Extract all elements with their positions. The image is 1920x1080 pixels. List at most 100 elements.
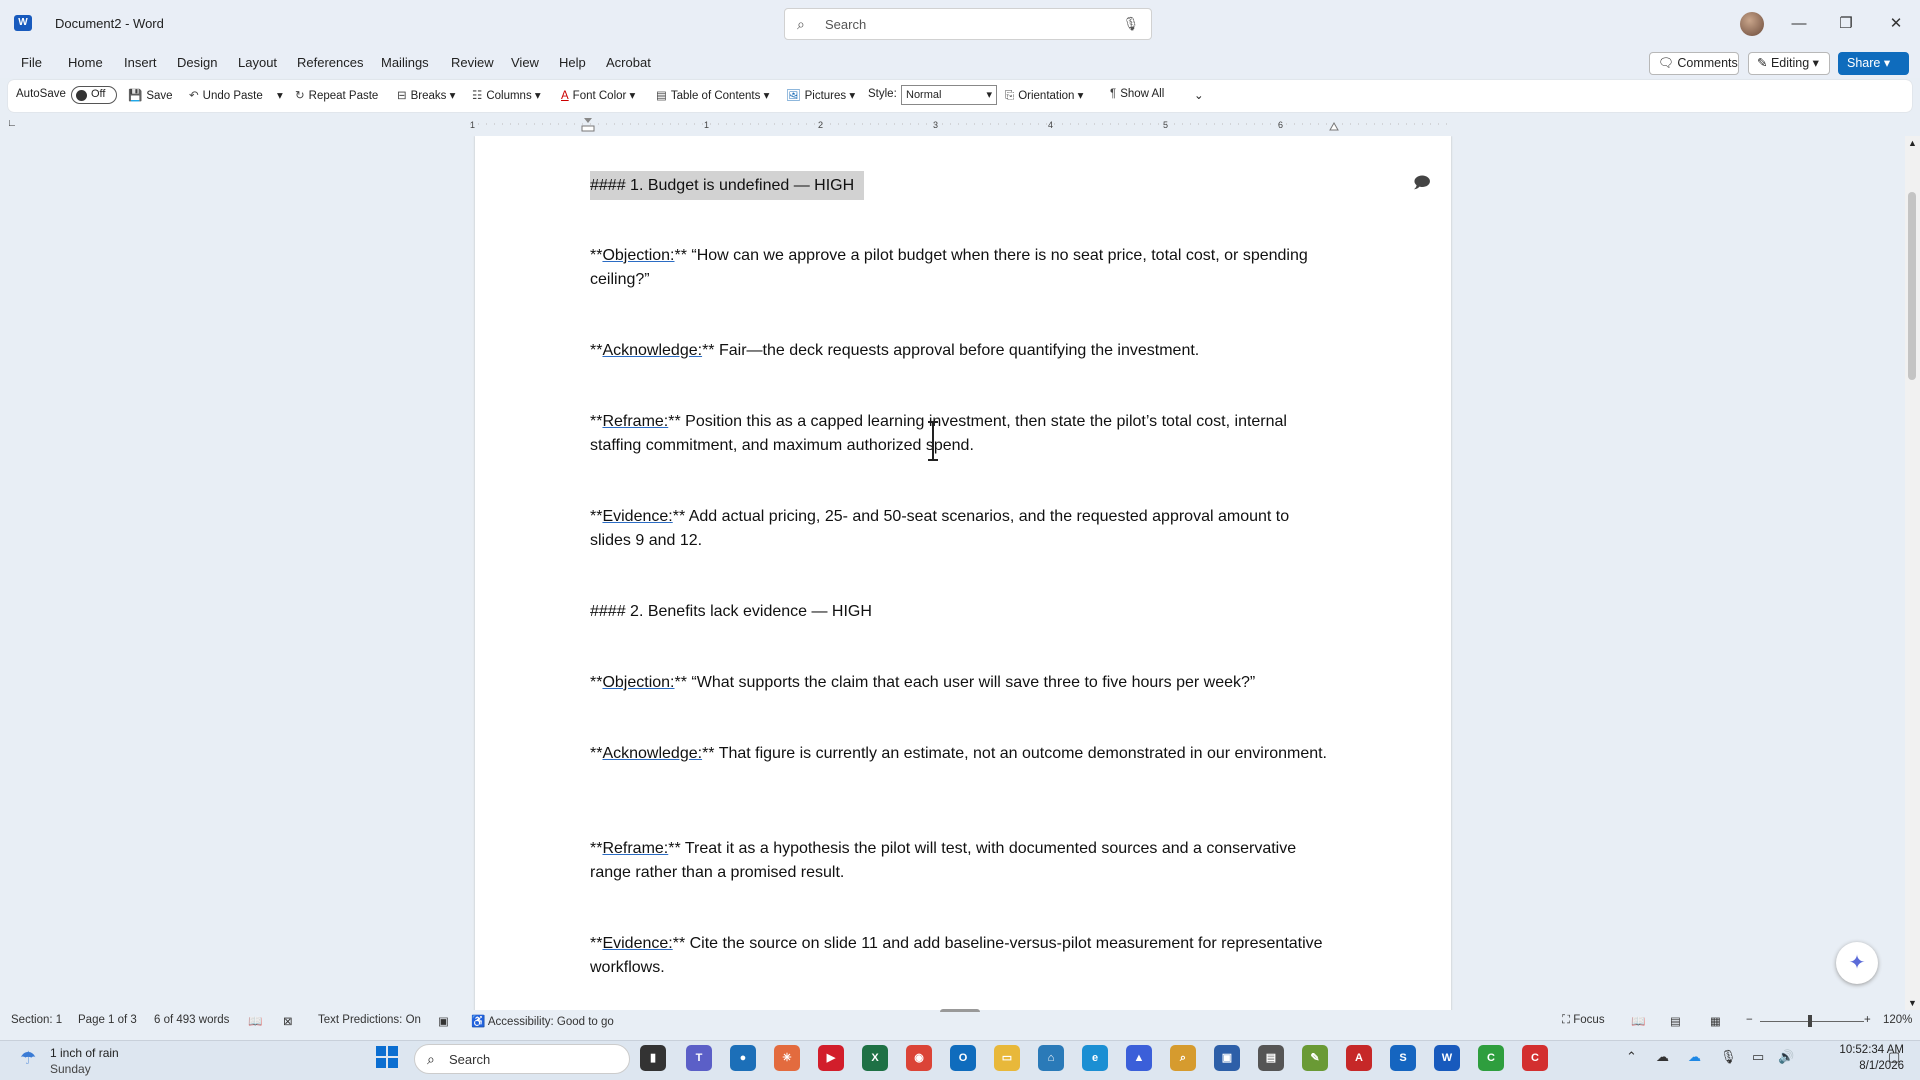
paragraph[interactable]: **Reframe:** Position this as a capped l… xyxy=(590,410,1330,458)
columns-button[interactable]: ☷ Columns ▾ xyxy=(472,88,541,102)
teams-icon[interactable]: T xyxy=(686,1045,712,1071)
ribbon-overflow-button[interactable]: ⌄ xyxy=(1194,88,1204,102)
app-icon[interactable]: S xyxy=(1390,1045,1416,1071)
text-predictions[interactable]: Text Predictions: On xyxy=(318,1014,421,1026)
network-icon[interactable]: ▭ xyxy=(1752,1049,1764,1065)
minimize-button[interactable]: — xyxy=(1787,12,1811,36)
orientation-button[interactable]: ⎘ Orientation ▾ xyxy=(1005,88,1083,103)
app-icon[interactable]: ✎ xyxy=(1302,1045,1328,1071)
zoom-slider[interactable] xyxy=(1760,1021,1864,1022)
show-all-button[interactable]: ¶ Show All xyxy=(1110,88,1164,100)
paragraph[interactable]: **Evidence:** Cite the source on slide 1… xyxy=(590,932,1330,980)
focus-button[interactable]: ⛶ Focus xyxy=(1562,1014,1605,1027)
word-count[interactable]: 6 of 493 words xyxy=(154,1014,229,1026)
app-icon[interactable]: C xyxy=(1478,1045,1504,1071)
comments-button[interactable]: 🗨 Comments xyxy=(1649,52,1739,75)
pictures-button[interactable]: 🖼 Pictures ▾ xyxy=(786,88,855,102)
heading-paragraph[interactable]: #### 2. Benefits lack evidence — HIGH xyxy=(590,600,1330,624)
onedrive-icon[interactable]: ☁ xyxy=(1688,1049,1701,1065)
microphone-icon[interactable]: 🎙 xyxy=(1720,1049,1737,1065)
heading-paragraph[interactable]: #### 1. Budget is undefined — HIGH xyxy=(590,171,1330,200)
menu-help[interactable]: Help xyxy=(559,55,586,70)
excel-icon[interactable]: X xyxy=(862,1045,888,1071)
edge-icon[interactable]: e xyxy=(1082,1045,1108,1071)
section-indicator[interactable]: Section: 1 xyxy=(11,1014,62,1026)
menu-file[interactable]: File xyxy=(21,55,42,70)
web-layout-icon[interactable]: ▦ xyxy=(1710,1014,1721,1028)
task-view-icon[interactable]: ▮ xyxy=(640,1045,666,1071)
page-indicator[interactable]: Page 1 of 3 xyxy=(78,1014,137,1026)
zoom-in-icon[interactable]: + xyxy=(1864,1014,1871,1026)
paragraph[interactable]: **Acknowledge:** That figure is currentl… xyxy=(590,742,1330,766)
font-color-button[interactable]: A Font Color ▾ xyxy=(561,88,635,102)
zoom-out-icon[interactable]: − xyxy=(1746,1014,1753,1026)
menu-layout[interactable]: Layout xyxy=(238,55,277,70)
selected-heading-text[interactable]: #### 1. Budget is undefined — HIGH xyxy=(590,171,865,200)
horizontal-ruler[interactable]: 1 1 2 3 4 5 6 xyxy=(470,116,1450,132)
menu-acrobat[interactable]: Acrobat xyxy=(606,55,651,70)
track-changes-icon[interactable]: ⊠ xyxy=(283,1014,293,1028)
video-app-icon[interactable]: ▶ xyxy=(818,1045,844,1071)
app-icon[interactable]: ▤ xyxy=(1258,1045,1284,1071)
copilot-button[interactable]: ✦ xyxy=(1836,942,1878,984)
outlook-icon[interactable]: O xyxy=(950,1045,976,1071)
app-icon[interactable]: ▲ xyxy=(1126,1045,1152,1071)
app-icon[interactable]: C xyxy=(1522,1045,1548,1071)
paragraph[interactable]: **Reframe:** Treat it as a hypothesis th… xyxy=(590,837,1330,885)
menu-view[interactable]: View xyxy=(511,55,539,70)
undo-button[interactable]: ↶ Undo Paste xyxy=(189,88,263,102)
toc-button[interactable]: ▤ Table of Contents ▾ xyxy=(656,88,769,102)
microphone-icon[interactable]: 🎙 xyxy=(1122,16,1139,32)
style-dropdown[interactable]: Normal ▾ xyxy=(901,85,997,105)
repeat-button[interactable]: ↻ Repeat Paste xyxy=(295,88,378,102)
read-mode-icon[interactable]: 📖 xyxy=(1631,1014,1645,1028)
claude-icon[interactable]: ✳ xyxy=(774,1045,800,1071)
menu-design[interactable]: Design xyxy=(177,55,217,70)
app-icon[interactable]: ⌕ xyxy=(1170,1045,1196,1071)
autosave-toggle[interactable]: Off xyxy=(71,86,117,104)
proofing-icon[interactable]: 📖 xyxy=(248,1014,262,1028)
chevron-up-icon[interactable]: ⌃ xyxy=(1626,1049,1637,1065)
print-layout-icon[interactable]: ▤ xyxy=(1670,1014,1681,1028)
document-page[interactable]: #### 1. Budget is undefined — HIGH **Obj… xyxy=(475,136,1451,1010)
close-button[interactable]: ✕ xyxy=(1884,12,1908,36)
scroll-down-icon[interactable]: ▼ xyxy=(1908,998,1917,1008)
zoom-level[interactable]: 120% xyxy=(1883,1014,1912,1026)
scrollbar-thumb[interactable] xyxy=(1908,192,1916,380)
menu-review[interactable]: Review xyxy=(451,55,494,70)
app-icon[interactable]: ● xyxy=(730,1045,756,1071)
menu-references[interactable]: References xyxy=(297,55,363,70)
menu-home[interactable]: Home xyxy=(68,55,103,70)
notification-icon[interactable]: ▢ xyxy=(1888,1049,1900,1065)
scroll-up-icon[interactable]: ▲ xyxy=(1908,138,1917,148)
menu-insert[interactable]: Insert xyxy=(124,55,157,70)
start-button[interactable] xyxy=(376,1046,398,1068)
network-app-icon[interactable]: ⌂ xyxy=(1038,1045,1064,1071)
search-input[interactable]: ⌕ Search 🎙 xyxy=(784,8,1152,40)
restore-button[interactable]: ❐ xyxy=(1834,12,1858,36)
share-button[interactable]: Share ▾ xyxy=(1838,52,1909,75)
zoom-slider-thumb[interactable] xyxy=(1808,1015,1812,1027)
avatar[interactable] xyxy=(1740,12,1764,36)
paragraph[interactable]: **Objection:** “What supports the claim … xyxy=(590,671,1330,695)
taskbar-search[interactable]: ⌕ Search xyxy=(414,1044,630,1074)
menu-mailings[interactable]: Mailings xyxy=(381,55,429,70)
file-explorer-icon[interactable]: ▭ xyxy=(994,1045,1020,1071)
volume-icon[interactable]: 🔊 xyxy=(1778,1049,1794,1065)
paragraph[interactable]: **Evidence:** Add actual pricing, 25- an… xyxy=(590,505,1330,553)
paragraph[interactable]: **Objection:** “How can we approve a pil… xyxy=(590,244,1330,292)
chrome-icon[interactable]: ◉ xyxy=(906,1045,932,1071)
breaks-button[interactable]: ⊟ Breaks ▾ xyxy=(397,88,455,102)
cloud-icon[interactable]: ☁ xyxy=(1656,1049,1669,1065)
tab-selector[interactable]: ∟ xyxy=(7,118,17,129)
app-icon[interactable]: ▣ xyxy=(1214,1045,1240,1071)
acrobat-icon[interactable]: A xyxy=(1346,1045,1372,1071)
vertical-scrollbar[interactable]: ▲ ▼ xyxy=(1905,136,1920,1010)
editing-mode-button[interactable]: ✎ Editing ▾ xyxy=(1748,52,1830,75)
paragraph[interactable]: **Acknowledge:** Fair—the deck requests … xyxy=(590,339,1330,363)
macro-icon[interactable]: ▣ xyxy=(438,1014,449,1028)
new-comment-icon[interactable]: 🗩 xyxy=(1413,172,1431,199)
accessibility-status[interactable]: ♿ Accessibility: Good to go xyxy=(471,1014,614,1028)
undo-dropdown[interactable]: ▾ xyxy=(277,88,283,102)
save-button[interactable]: 💾 Save xyxy=(128,88,173,102)
